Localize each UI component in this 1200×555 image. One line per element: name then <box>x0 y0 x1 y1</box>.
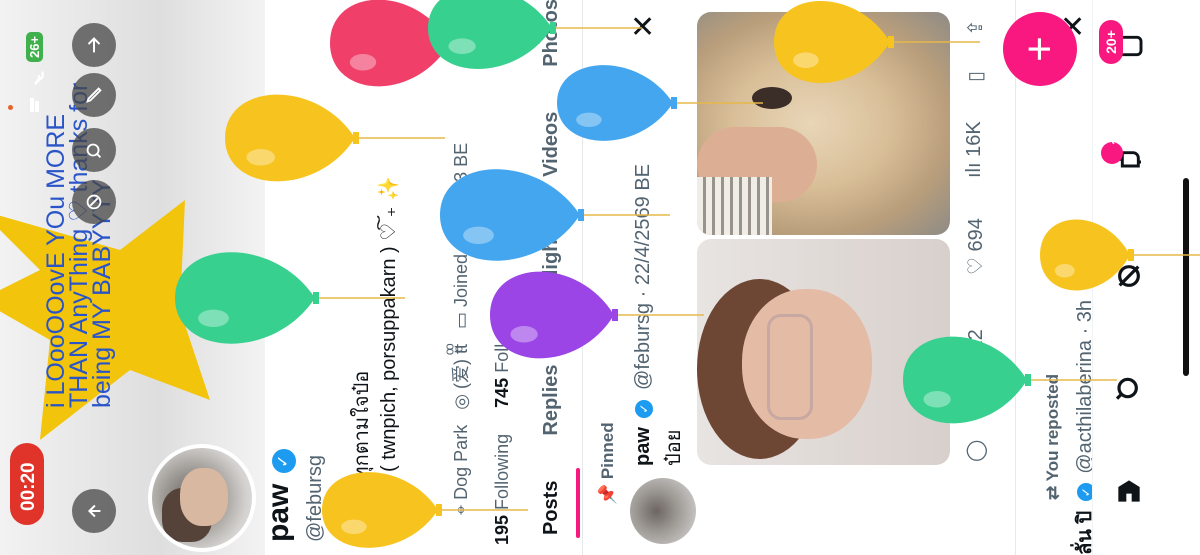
tab-photos[interactable]: Photos <box>540 0 562 67</box>
following-count[interactable]: 195 <box>492 515 512 545</box>
tab-videos[interactable]: Videos <box>540 112 562 177</box>
profile-bio-line-1: ได้หมดทุกตามใจป๋อ <box>351 370 373 542</box>
balloon <box>428 0 642 69</box>
pin-icon: 📌 <box>598 483 617 505</box>
edit-icon <box>86 87 102 103</box>
home-indicator <box>1183 178 1189 376</box>
post-author-avatar[interactable] <box>630 478 696 544</box>
like-icon: ♡ <box>965 257 987 275</box>
location-icon: ⌖ <box>451 504 471 515</box>
profile-name-row: paw ✓ <box>262 449 296 542</box>
post-image-puppy[interactable] <box>697 12 950 235</box>
signal-icon <box>30 98 44 112</box>
profile-meta-row: ⌖ Dog Park ◎ (爱) tͦͦtͦ ▭ Joined July 256… <box>447 143 473 515</box>
post-verified-icon: ✓ <box>634 399 653 418</box>
edit-profile-button[interactable] <box>72 73 116 117</box>
battery-indicator: 26+ <box>26 31 43 62</box>
screen: i LOooOOovE YOu MORE THAN AnyThing ♡ tha… <box>0 0 1200 555</box>
messages-badge: 20+ <box>1099 20 1123 64</box>
grok-icon <box>1118 265 1140 287</box>
profile-name: paw <box>262 483 295 542</box>
profile-tabs: Posts Replies Highlights Videos Photos A <box>540 0 563 535</box>
profile-bio-line-2: fan acc ( twnpich, porsuppakarn ) ♡͠ ₊ ✨ <box>378 176 400 542</box>
following-label[interactable]: Following <box>492 434 512 510</box>
tab-posts[interactable]: Posts <box>540 481 562 535</box>
status-time: 00:20 <box>18 462 39 511</box>
tab-replies[interactable]: Replies <box>540 364 562 435</box>
repost-label-row: ⇄ You reposted <box>1043 374 1063 500</box>
views-icon: ılı <box>963 162 985 178</box>
balloon <box>330 0 540 87</box>
nav-search[interactable] <box>1111 370 1147 406</box>
home-icon <box>1118 480 1140 502</box>
post-header: paw ✓ @febursg · 22/4/2569 BE <box>632 164 655 466</box>
share-action[interactable]: ⇪ <box>963 19 988 36</box>
back-arrow-icon <box>87 37 101 53</box>
profile-handle: @febursg <box>304 454 326 542</box>
followers-count[interactable]: 745 <box>492 378 512 408</box>
search-icon <box>86 143 102 158</box>
recording-timer: 00:20 <box>10 443 44 525</box>
compose-button[interactable]: + <box>1003 12 1077 86</box>
bookmark-icon: ▯ <box>965 70 987 82</box>
battery-text: 26+ <box>27 35 42 58</box>
pinned-label-row: 📌 Pinned <box>598 422 618 505</box>
download-button[interactable] <box>72 489 116 533</box>
more-icon <box>86 194 102 210</box>
wifi-icon <box>34 71 44 86</box>
share-icon: ⇪ <box>965 19 987 36</box>
nav-home[interactable] <box>1111 473 1147 509</box>
profile-avatar[interactable] <box>148 444 256 552</box>
nav-grok[interactable] <box>1111 258 1147 294</box>
repost-label: You reposted <box>1043 373 1062 482</box>
balloon <box>490 271 704 359</box>
repost-icon: ⇄ <box>965 368 987 385</box>
profile-stats: 195 Following 745 Followers <box>492 296 513 545</box>
post-image-selfie[interactable] <box>697 239 950 465</box>
recording-dot <box>8 105 13 110</box>
more-button[interactable] <box>72 180 116 224</box>
compose-label: + <box>1014 36 1064 62</box>
link-icon: ◎ <box>451 394 471 410</box>
post-author-name[interactable]: paw <box>632 427 654 466</box>
post-more-icon[interactable]: ✕ <box>630 10 655 45</box>
post-meta: @febursg · 22/4/2569 BE <box>632 163 654 390</box>
calendar-icon: ▭ <box>451 312 471 330</box>
repost-action[interactable]: ⇄ 622 <box>963 329 988 385</box>
tabs-divider <box>582 0 583 555</box>
views-action[interactable]: ılı 16K <box>963 121 986 178</box>
tab-highlights[interactable]: Highlights <box>540 222 562 320</box>
verified-icon: ✓ <box>271 449 296 474</box>
repost-small-icon: ⇄ <box>1043 485 1062 500</box>
views-count: 16K <box>963 121 985 157</box>
bookmark-action[interactable]: ▯ <box>963 71 988 82</box>
pinned-label: Pinned <box>598 422 617 480</box>
search-nav-icon <box>1115 377 1138 400</box>
profile-website[interactable]: (爱) tͦͦtͦ <box>451 344 471 389</box>
download-icon <box>87 504 101 518</box>
reply-icon: ◯ <box>965 439 987 462</box>
followers-label[interactable]: Followers <box>492 296 512 373</box>
like-action[interactable]: ♡ 694 <box>963 218 988 275</box>
repost-count: 622 <box>965 329 987 363</box>
post-text: ป๋อย <box>663 429 685 466</box>
notifications-badge: 1 <box>1101 137 1124 164</box>
back-button[interactable] <box>72 23 116 67</box>
like-count: 694 <box>965 218 987 252</box>
search-button[interactable] <box>72 128 116 172</box>
active-tab-indicator <box>576 468 580 538</box>
profile-joined: Joined July 2563 BE <box>451 142 471 307</box>
reply-action[interactable]: ◯ <box>963 440 988 462</box>
profile-location: Dog Park <box>451 424 471 500</box>
post-divider <box>1015 0 1016 555</box>
